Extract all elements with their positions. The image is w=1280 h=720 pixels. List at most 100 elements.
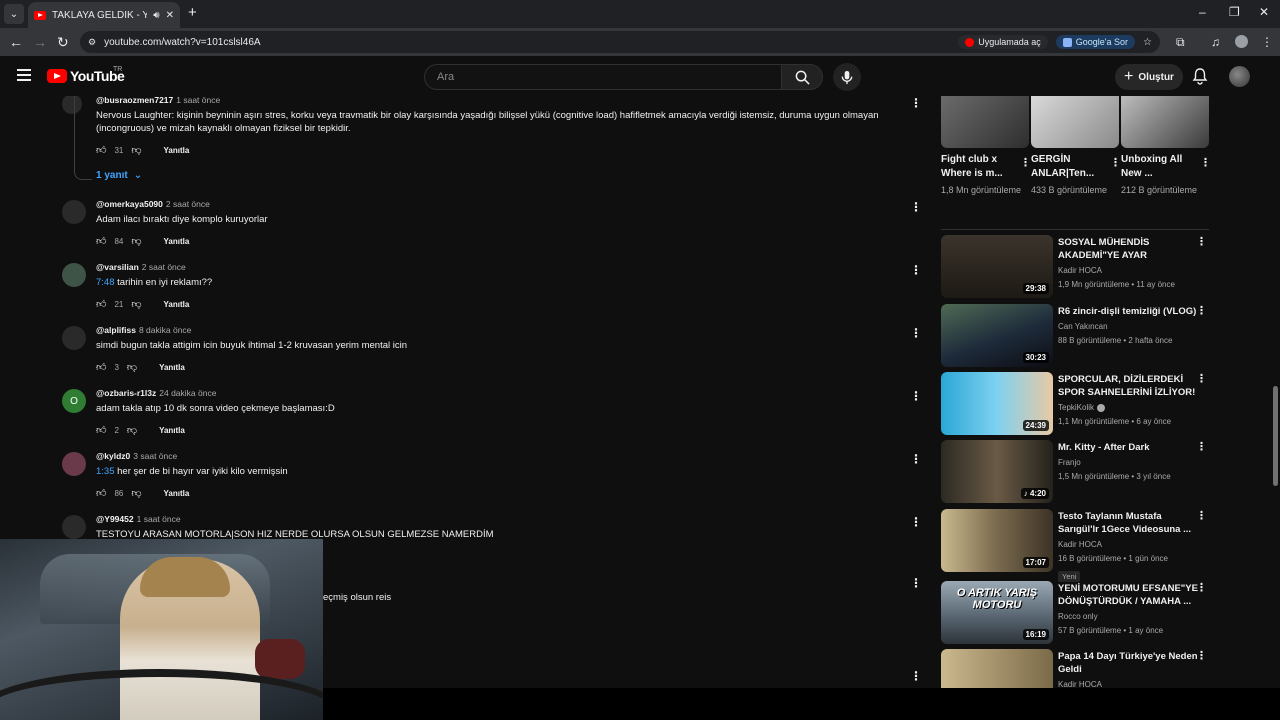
comment-author[interactable]: @Y99452: [96, 514, 134, 524]
extensions-icon[interactable]: ⧉: [1176, 35, 1185, 50]
comment-time[interactable]: 8 dakika önce: [139, 325, 191, 335]
media-controls-icon[interactable]: ♫: [1211, 35, 1220, 49]
comment-timestamp-link[interactable]: 7:48: [96, 277, 115, 288]
comment-avatar[interactable]: [62, 200, 86, 224]
comment-avatar[interactable]: [62, 452, 86, 476]
site-info-icon[interactable]: ⚙︎: [88, 37, 96, 48]
short-item[interactable]: Fight club x Where is m... 1,8 Mn görünt…: [941, 96, 1031, 198]
like-icon[interactable]: 👍︎: [96, 235, 106, 247]
comment-timestamp-link[interactable]: 1:35: [96, 466, 115, 477]
dislike-icon[interactable]: 👎︎: [131, 487, 141, 499]
comment-time[interactable]: 3 saat önce: [133, 451, 177, 461]
video-thumbnail[interactable]: 24:39: [941, 372, 1053, 435]
video-channel[interactable]: Kadir HOCA: [1058, 264, 1198, 278]
comment-more-icon[interactable]: ⋮: [910, 515, 922, 529]
video-thumbnail[interactable]: O ARTIK YARIŞ MOTORU 16:19: [941, 581, 1053, 644]
account-avatar[interactable]: [1229, 66, 1250, 87]
browser-menu-icon[interactable]: ⋮: [1261, 35, 1273, 49]
tab-search-icon[interactable]: ⌄: [4, 4, 24, 24]
browser-tab[interactable]: TAKLAYA GELDİK - YouTube 🔊︎ ✕: [28, 2, 180, 28]
related-video-item[interactable]: O ARTIK YARIŞ MOTORU 16:19 YENİ MOTORUMU…: [941, 581, 1211, 645]
bookmark-star-icon[interactable]: ☆: [1143, 37, 1152, 48]
forward-icon[interactable]: →: [33, 34, 47, 50]
video-title[interactable]: YENİ MOTORUMU EFSANE"YE DÖNÜŞTÜRDÜK / YA…: [1058, 582, 1198, 608]
short-thumbnail[interactable]: [1031, 96, 1119, 148]
comment-avatar[interactable]: [62, 263, 86, 287]
restore-icon[interactable]: ❐: [1229, 5, 1240, 19]
like-icon[interactable]: 👍︎: [96, 361, 106, 373]
comment-more-icon[interactable]: ⋮: [910, 200, 922, 214]
search-button[interactable]: [781, 64, 823, 90]
search-input[interactable]: Ara: [424, 64, 782, 90]
video-channel[interactable]: Can Yakıncan: [1058, 320, 1198, 334]
reply-button[interactable]: Yanıtla: [159, 363, 185, 372]
short-thumbnail[interactable]: [1121, 96, 1209, 148]
page-scrollbar[interactable]: [1270, 96, 1280, 688]
video-title[interactable]: Papa 14 Dayı Türkiye'ye Neden Geldi: [1058, 650, 1198, 676]
dislike-icon[interactable]: 👎︎: [127, 424, 137, 436]
notifications-bell-icon[interactable]: [1192, 68, 1208, 85]
related-video-item[interactable]: 29:38 SOSYAL MÜHENDİS AKADEMİ"YE AYAR Ka…: [941, 235, 1211, 299]
related-video-item[interactable]: 30:23 R6 zincir-dişli temizliği (VLOG) C…: [941, 304, 1211, 368]
related-video-item[interactable]: 24:39 SPORCULAR, DİZİLERDEKİ SPOR SAHNEL…: [941, 372, 1211, 436]
comment-author[interactable]: @omerkaya5090: [96, 199, 163, 209]
short-item[interactable]: GERGİN ANLAR|Ten... 433 B görüntüleme ⋮: [1031, 96, 1121, 198]
video-thumbnail[interactable]: 29:38: [941, 235, 1053, 298]
video-title[interactable]: R6 zincir-dişli temizliği (VLOG): [1058, 305, 1198, 318]
google-ask-button[interactable]: Google'a Sor: [1055, 35, 1136, 49]
reply-button[interactable]: Yanıtla: [159, 426, 185, 435]
video-channel[interactable]: Franjo: [1058, 456, 1198, 470]
create-button[interactable]: + Oluştur: [1115, 64, 1183, 90]
short-title[interactable]: GERGİN ANLAR|Ten...: [1031, 153, 1105, 181]
speaker-icon[interactable]: 🔊︎: [153, 10, 159, 21]
comment-avatar[interactable]: O: [62, 389, 86, 413]
comment-more-icon[interactable]: ⋮: [910, 389, 922, 403]
short-title[interactable]: Unboxing All New ...: [1121, 153, 1195, 181]
video-thumbnail[interactable]: [941, 649, 1053, 688]
comment-avatar[interactable]: [62, 326, 86, 350]
comment-author[interactable]: @ozbaris-r1l3z: [96, 388, 156, 398]
comment-time[interactable]: 24 dakika önce: [159, 388, 216, 398]
open-in-app-button[interactable]: Uygulamada aç: [958, 35, 1048, 49]
video-channel[interactable]: Kadir HOCA: [1058, 538, 1198, 552]
close-window-icon[interactable]: ✕: [1259, 5, 1269, 19]
video-more-icon[interactable]: ⋮: [1196, 372, 1207, 385]
short-more-icon[interactable]: ⋮: [1020, 156, 1031, 169]
comment-time[interactable]: 2 saat önce: [142, 262, 186, 272]
video-more-icon[interactable]: ⋮: [1196, 581, 1207, 594]
video-thumbnail[interactable]: 30:23: [941, 304, 1053, 367]
video-more-icon[interactable]: ⋮: [1196, 304, 1207, 317]
comment-more-icon[interactable]: ⋮: [910, 576, 922, 590]
mini-player[interactable]: [0, 539, 323, 720]
video-title[interactable]: SOSYAL MÜHENDİS AKADEMİ"YE AYAR: [1058, 236, 1198, 262]
like-icon[interactable]: 👍︎: [96, 298, 106, 310]
comment-author[interactable]: @varsilian: [96, 262, 139, 272]
comment-time[interactable]: 1 saat önce: [137, 514, 181, 524]
reply-button[interactable]: Yanıtla: [164, 237, 190, 246]
back-icon[interactable]: ←: [9, 34, 23, 50]
comment-more-icon[interactable]: ⋮: [910, 452, 922, 466]
short-thumbnail[interactable]: [941, 96, 1029, 148]
reply-button[interactable]: Yanıtla: [164, 489, 190, 498]
close-tab-icon[interactable]: ✕: [166, 10, 174, 21]
comment-avatar[interactable]: [62, 515, 86, 539]
short-more-icon[interactable]: ⋮: [1110, 156, 1121, 169]
related-video-item[interactable]: Papa 14 Dayı Türkiye'ye Neden Geldi Kadi…: [941, 649, 1211, 688]
like-icon[interactable]: 👍︎: [96, 487, 106, 499]
comment-author[interactable]: @alplifiss: [96, 325, 136, 335]
comment-more-icon[interactable]: ⋮: [910, 669, 922, 683]
minimize-icon[interactable]: –: [1199, 5, 1206, 19]
video-thumbnail[interactable]: ♪ 4:20: [941, 440, 1053, 503]
short-title[interactable]: Fight club x Where is m...: [941, 153, 1015, 181]
short-item[interactable]: Unboxing All New ... 212 B görüntüleme ⋮: [1121, 96, 1211, 198]
dislike-icon[interactable]: 👎︎: [131, 298, 141, 310]
comment-more-icon[interactable]: ⋮: [910, 263, 922, 277]
video-more-icon[interactable]: ⋮: [1196, 509, 1207, 522]
new-tab-icon[interactable]: +: [188, 5, 197, 21]
video-title[interactable]: Mr. Kitty - After Dark: [1058, 441, 1198, 454]
related-video-item[interactable]: 17:07 Testo Taylanın Mustafa Sarıgül'lr …: [941, 509, 1211, 582]
video-title[interactable]: Testo Taylanın Mustafa Sarıgül'lr 1Gece …: [1058, 510, 1198, 536]
reply-button[interactable]: Yanıtla: [164, 300, 190, 309]
video-more-icon[interactable]: ⋮: [1196, 649, 1207, 662]
menu-icon[interactable]: [17, 69, 31, 81]
